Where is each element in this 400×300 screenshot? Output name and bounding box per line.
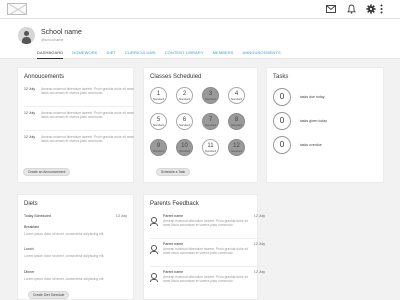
tab-curriculums[interactable]: CURRICULUMS: [125, 50, 156, 59]
feedback-text: Aenean euismod bibendum laoreet. Proin g…: [163, 275, 248, 284]
task-row[interactable]: 0 tasks given today: [273, 112, 388, 130]
task-label: tasks due today: [300, 95, 325, 99]
diet-date: 13 July: [115, 214, 127, 218]
parent-name: Parent name: [163, 270, 184, 274]
announcements-card: Annoucements 12 July Aenean euismod bibe…: [17, 67, 139, 183]
classes-card: Classes Scheduled 1 Standard 2 Standard 3 Sta…: [143, 67, 258, 183]
class-label: Standard: [152, 123, 165, 127]
tab-members[interactable]: MEMBERS: [213, 50, 234, 59]
class-standard-12[interactable]: 12 Standard: [228, 139, 245, 156]
class-standard-9[interactable]: 9 Standard: [150, 139, 167, 156]
divider: [24, 130, 139, 131]
announcement-text: Aenean euismod bibendum laoreet. Proin g…: [41, 87, 135, 96]
logo-placeholder-icon[interactable]: [7, 3, 27, 15]
feedback-item: Parent name 12 July Aenean euismod biben…: [150, 214, 265, 234]
create-diet-schedule-button[interactable]: Create Diet Schedule: [28, 291, 70, 299]
task-row[interactable]: 0 tasks due today: [273, 88, 388, 106]
announcement-date: 12 July: [24, 111, 36, 115]
user-icon: [150, 245, 158, 254]
meal-text: Lorem ipsum dolor sit amet, consectetur …: [24, 232, 105, 236]
user-icon: [150, 217, 158, 226]
class-standard-7[interactable]: 7 Standard: [202, 113, 219, 130]
class-label: Standard: [152, 149, 165, 153]
feedback-item: Parent name 12 July Aenean euismod biben…: [150, 242, 265, 262]
class-standard-3[interactable]: 3 Standard: [202, 87, 219, 104]
class-label: Standard: [152, 97, 165, 101]
feedback-title: Parents Feedback: [150, 201, 199, 207]
task-label: tasks overdue: [300, 143, 322, 147]
feedback-text: Aenean euismod bibendum laoreet. Proin g…: [163, 219, 248, 228]
tab-homework[interactable]: HOMEWORK: [72, 50, 97, 59]
class-standard-5[interactable]: 5 Standard: [150, 113, 167, 130]
class-label: Standard: [230, 149, 243, 153]
class-standard-11[interactable]: 11 Standard: [202, 139, 219, 156]
tasks-title: Tasks: [273, 74, 289, 80]
parent-name: Parent name: [163, 242, 184, 246]
announcement-text: Aenean euismod bibendum laoreet. Proin g…: [41, 111, 135, 120]
tasks-card: Tasks 0 tasks due today 0 tasks given to…: [266, 67, 384, 183]
tab-content-library[interactable]: CONTENT LIBRARY: [165, 50, 204, 59]
more-vertical-icon[interactable]: [375, 3, 387, 15]
class-label: Standard: [204, 97, 217, 101]
top-bar: [0, 0, 400, 19]
tab-dashboard[interactable]: DASHBOARD: [37, 50, 64, 59]
class-standard-2[interactable]: 2 Standard: [176, 87, 193, 104]
school-avatar[interactable]: [18, 27, 35, 44]
tab-announcements[interactable]: ANNOUNCEMENTS: [243, 50, 281, 59]
task-label: tasks given today: [300, 119, 328, 123]
class-standard-8[interactable]: 8 Standard: [228, 113, 245, 130]
classes-title: Classes Scheduled: [150, 74, 202, 80]
feedback-date: 12 July: [253, 214, 265, 218]
class-label: Standard: [178, 149, 191, 153]
feedback-date: 12 July: [253, 270, 265, 274]
feedback-item: Parent name 12 July Aenean euismod biben…: [150, 270, 265, 290]
class-label: Standard: [230, 97, 243, 101]
announcement-text: Aenean euismod bibendum laoreet. Proin g…: [41, 135, 135, 144]
divider: [150, 266, 265, 267]
class-standard-4[interactable]: 4 Standard: [228, 87, 245, 104]
diets-title: Diets: [24, 201, 38, 207]
feedback-date: 12 July: [253, 242, 265, 246]
task-count: 0: [273, 136, 291, 154]
class-label: Standard: [178, 97, 191, 101]
divider: [24, 106, 139, 107]
class-standard-10[interactable]: 10 Standard: [176, 139, 193, 156]
parent-name: Parent name: [163, 214, 184, 218]
feedback-card: Parents Feedback Parent name 12 July Aen…: [143, 194, 265, 300]
meal-title: Breakfast: [24, 225, 39, 229]
announcements-title: Annoucements: [24, 74, 65, 80]
diets-card: Diets Today Scheduled 13 July Breakfast …: [17, 194, 134, 300]
create-announcement-button[interactable]: Create an Announcement: [23, 168, 71, 176]
meal-title: Dinner: [24, 270, 35, 274]
meal-text: Lorem ipsum dolor sit amet, consectetur …: [24, 277, 105, 281]
meal-text: Lorem ipsum dolor sit amet, consectetur …: [24, 254, 105, 258]
class-label: Standard: [204, 149, 217, 153]
mail-icon[interactable]: [325, 3, 337, 15]
class-standard-6[interactable]: 6 Standard: [176, 113, 193, 130]
class-label: Standard: [178, 123, 191, 127]
meal-title: Lunch: [24, 247, 34, 251]
tab-diet[interactable]: DIET: [107, 50, 117, 59]
bell-icon[interactable]: [345, 3, 357, 15]
school-name: School name: [41, 29, 82, 36]
task-count: 0: [273, 88, 291, 106]
class-label: Standard: [230, 123, 243, 127]
feedback-text: Aenean euismod bibendum laoreet. Proin g…: [163, 247, 248, 256]
class-standard-1[interactable]: 1 Standard: [150, 87, 167, 104]
task-count: 0: [273, 112, 291, 130]
diet-today-label: Today Scheduled: [24, 214, 51, 218]
class-label: Standard: [204, 123, 217, 127]
announcement-date: 12 July: [24, 87, 36, 91]
announcement-date: 12 July: [24, 135, 36, 139]
divider: [150, 238, 265, 239]
tab-bar: DASHBOARD HOMEWORK DIET CURRICULUMS CONT…: [37, 50, 281, 59]
schedule-task-button[interactable]: Schedule a Task: [156, 168, 191, 176]
user-icon: [150, 273, 158, 282]
school-handle: @schoolname: [41, 38, 64, 42]
task-row[interactable]: 0 tasks overdue: [273, 136, 388, 154]
school-header: School name @schoolname DASHBOARD HOMEWO…: [0, 19, 400, 59]
